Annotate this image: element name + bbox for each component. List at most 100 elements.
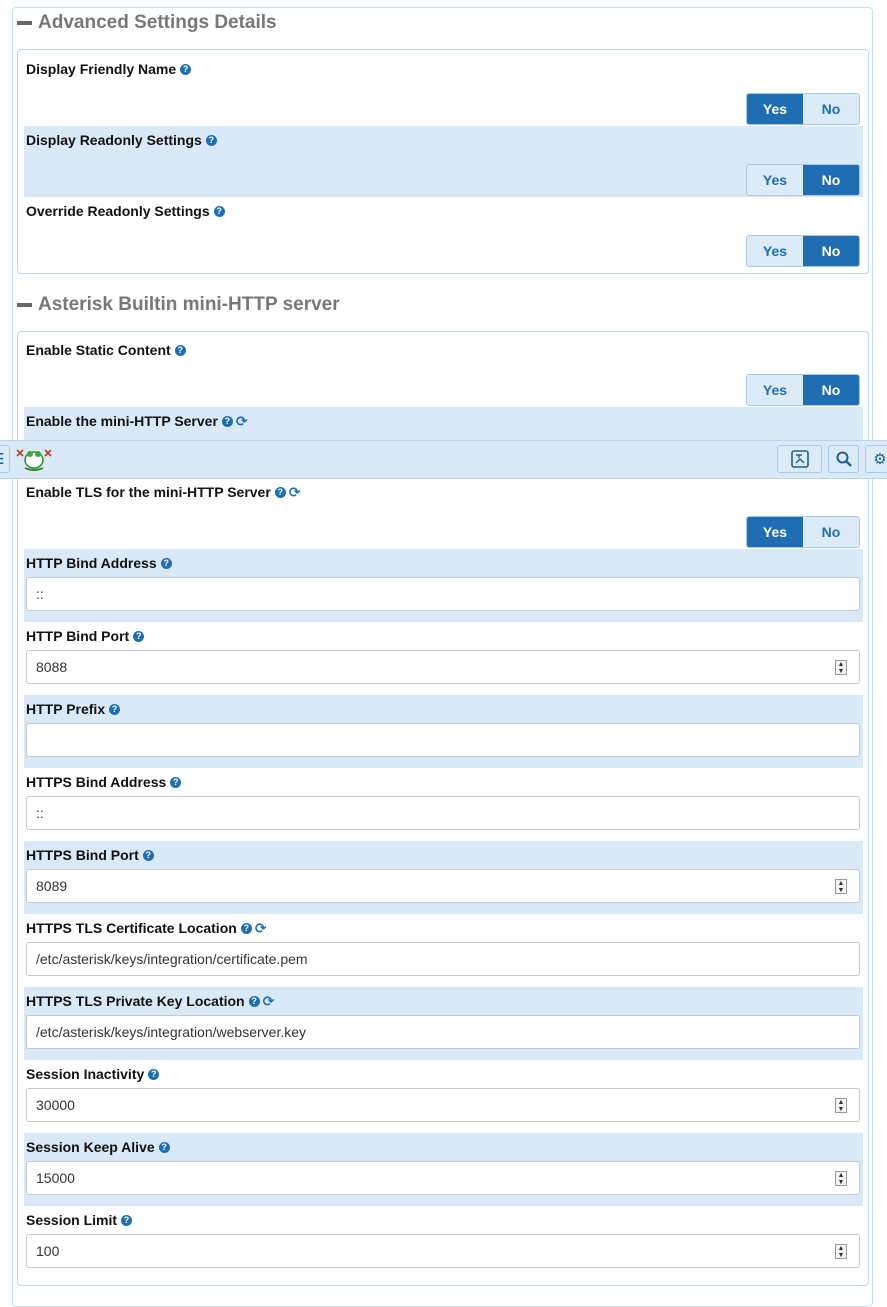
question-circle-icon[interactable]: ?: [221, 415, 233, 427]
question-circle-icon[interactable]: ?: [180, 63, 192, 75]
http-prefix-input[interactable]: [26, 723, 860, 757]
yes-button[interactable]: Yes: [747, 94, 803, 124]
toggle-enable-tls[interactable]: Yes No: [746, 516, 860, 548]
no-button[interactable]: No: [803, 165, 859, 195]
section-title-text: Advanced Settings Details: [38, 12, 277, 33]
yes-button[interactable]: Yes: [747, 375, 803, 405]
section-title-mini-http[interactable]: Asterisk Builtin mini-HTTP server: [17, 294, 340, 316]
row-http-prefix: HTTP Prefix?: [24, 695, 863, 768]
frog-logo-icon[interactable]: [15, 446, 53, 472]
https-tls-private-key-input[interactable]: /etc/asterisk/keys/integration/webserver…: [26, 1015, 860, 1049]
input-value: 100: [36, 1243, 60, 1259]
input-value: /etc/asterisk/keys/integration/webserver…: [36, 1024, 307, 1040]
yes-button[interactable]: Yes: [747, 165, 803, 195]
question-circle-icon[interactable]: ?: [158, 1141, 170, 1153]
field-label: Session Limit: [26, 1212, 118, 1228]
field-label: Session Keep Alive: [26, 1139, 155, 1155]
question-circle-icon[interactable]: ?: [148, 1068, 160, 1080]
spinner-icon[interactable]: ▲ ▼: [835, 879, 847, 894]
no-button[interactable]: No: [803, 94, 859, 124]
row-override-readonly-settings: Override Readonly Settings? Yes No: [24, 197, 863, 268]
spinner-icon[interactable]: ▲ ▼: [835, 1171, 847, 1186]
reload-icon[interactable]: ⟳: [263, 994, 275, 1008]
question-circle-icon[interactable]: ?: [133, 630, 145, 642]
input-value: 8088: [36, 659, 68, 675]
field-label: Enable TLS for the mini-HTTP Server: [26, 484, 271, 500]
question-circle-icon[interactable]: ?: [109, 703, 121, 715]
input-value: 15000: [36, 1170, 75, 1186]
https-bind-address-input[interactable]: ::: [26, 796, 860, 830]
field-label: Session Inactivity: [26, 1066, 145, 1082]
translate-icon[interactable]: [777, 445, 822, 473]
floating-toolbar: ☰ ⚙: [0, 440, 887, 479]
yes-button[interactable]: Yes: [747, 236, 803, 266]
field-label: Enable Static Content: [26, 342, 171, 358]
reload-icon[interactable]: ⟳: [236, 414, 248, 428]
collapse-icon[interactable]: [17, 21, 32, 25]
session-limit-input[interactable]: 100 ▲ ▼: [26, 1234, 860, 1268]
input-value: /etc/asterisk/keys/integration/certifica…: [36, 951, 308, 967]
session-keep-alive-input[interactable]: 15000 ▲ ▼: [26, 1161, 860, 1195]
row-enable-tls: Enable TLS for the mini-HTTP Server? ⟳ Ye…: [24, 478, 863, 549]
input-value: ::: [36, 586, 44, 602]
http-bind-port-input[interactable]: 8088 ▲ ▼: [26, 650, 860, 684]
input-value: ::: [36, 805, 44, 821]
row-https-tls-private-key: HTTPS TLS Private Key Location? ⟳ /etc/as…: [24, 987, 863, 1060]
https-bind-port-input[interactable]: 8089 ▲ ▼: [26, 869, 860, 903]
question-circle-icon[interactable]: ?: [205, 134, 217, 146]
field-label: HTTPS Bind Address: [26, 774, 167, 790]
row-https-bind-port: HTTPS Bind Port? 8089 ▲ ▼: [24, 841, 863, 914]
yes-button[interactable]: Yes: [747, 517, 803, 547]
input-value: 30000: [36, 1097, 75, 1113]
section-title-advanced[interactable]: Advanced Settings Details: [17, 12, 277, 34]
toggle-display-friendly-name[interactable]: Yes No: [746, 93, 860, 125]
question-circle-icon[interactable]: ?: [174, 344, 186, 356]
collapse-icon[interactable]: [17, 303, 32, 307]
row-session-limit: Session Limit? 100 ▲ ▼: [24, 1206, 863, 1279]
question-circle-icon[interactable]: ?: [160, 557, 172, 569]
row-https-tls-certificate: HTTPS TLS Certificate Location? ⟳ /etc/as…: [24, 914, 863, 987]
row-https-bind-address: HTTPS Bind Address? ::: [24, 768, 863, 841]
no-button[interactable]: No: [803, 375, 859, 405]
reload-icon[interactable]: ⟳: [289, 485, 301, 499]
no-button[interactable]: No: [803, 517, 859, 547]
question-circle-icon[interactable]: ?: [170, 776, 182, 788]
question-circle-icon[interactable]: ?: [274, 486, 286, 498]
question-circle-icon[interactable]: ?: [142, 849, 154, 861]
question-circle-icon[interactable]: ?: [240, 922, 252, 934]
menu-icon[interactable]: ☰: [0, 445, 10, 473]
session-inactivity-input[interactable]: 30000 ▲ ▼: [26, 1088, 860, 1122]
search-icon[interactable]: [828, 445, 859, 473]
field-label: HTTPS TLS Certificate Location: [26, 920, 237, 936]
gear-icon[interactable]: ⚙: [865, 445, 887, 473]
toggle-display-readonly-settings[interactable]: Yes No: [746, 164, 860, 196]
field-label: Override Readonly Settings: [26, 203, 210, 219]
input-value: 8089: [36, 878, 68, 894]
row-http-bind-port: HTTP Bind Port? 8088 ▲ ▼: [24, 622, 863, 695]
reload-icon[interactable]: ⟳: [255, 921, 267, 935]
spinner-icon[interactable]: ▲ ▼: [835, 1098, 847, 1113]
toggle-enable-static-content[interactable]: Yes No: [746, 374, 860, 406]
spinner-icon[interactable]: ▲ ▼: [835, 1244, 847, 1259]
question-circle-icon[interactable]: ?: [248, 995, 260, 1007]
field-label: HTTP Prefix: [26, 701, 106, 717]
field-label: HTTPS Bind Port: [26, 847, 139, 863]
row-http-bind-address: HTTP Bind Address? ::: [24, 549, 863, 622]
no-button[interactable]: No: [803, 236, 859, 266]
row-session-keep-alive: Session Keep Alive? 15000 ▲ ▼: [24, 1133, 863, 1206]
field-label: HTTP Bind Port: [26, 628, 130, 644]
field-label: Display Friendly Name: [26, 61, 177, 77]
field-label: HTTP Bind Address: [26, 555, 157, 571]
question-circle-icon[interactable]: ?: [121, 1214, 133, 1226]
spinner-icon[interactable]: ▲ ▼: [835, 660, 847, 675]
https-tls-certificate-input[interactable]: /etc/asterisk/keys/integration/certifica…: [26, 942, 860, 976]
field-label: Display Readonly Settings: [26, 132, 202, 148]
row-display-friendly-name: Display Friendly Name? Yes No: [24, 55, 863, 126]
toggle-override-readonly-settings[interactable]: Yes No: [746, 235, 860, 267]
row-session-inactivity: Session Inactivity? 30000 ▲ ▼: [24, 1060, 863, 1133]
field-label: HTTPS TLS Private Key Location: [26, 993, 245, 1009]
http-bind-address-input[interactable]: ::: [26, 577, 860, 611]
row-enable-static-content: Enable Static Content? Yes No: [24, 336, 863, 407]
field-label: Enable the mini-HTTP Server: [26, 413, 218, 429]
question-circle-icon[interactable]: ?: [213, 205, 225, 217]
